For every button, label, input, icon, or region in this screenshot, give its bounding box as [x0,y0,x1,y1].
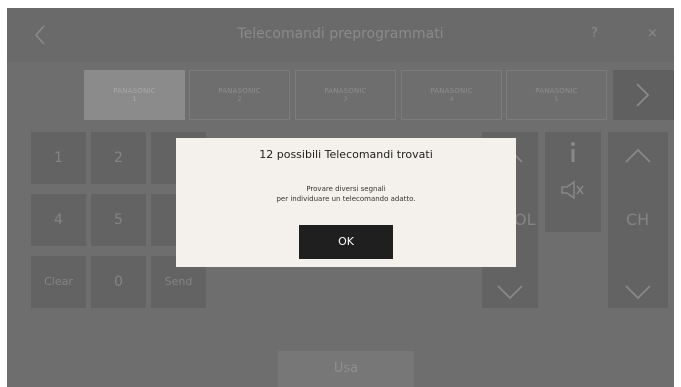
remote-tab-3[interactable]: PANASONIC 3 [295,70,396,120]
chevron-down-icon[interactable] [622,282,654,302]
remote-tab-label: PANASONIC [113,87,156,95]
chevron-up-icon[interactable] [622,146,654,166]
remote-tab-label: PANASONIC [430,87,473,95]
key-1[interactable]: 1 [31,132,86,184]
mute-speaker-icon[interactable] [559,180,587,200]
close-icon[interactable]: × [647,26,658,41]
remote-tab-number: 3 [343,96,348,103]
remote-tab-label: PANASONIC [324,87,367,95]
key-clear[interactable]: Clear [31,256,86,308]
remote-tab-1[interactable]: PANASONIC 1 [84,70,185,120]
remote-tab-label: PANASONIC [218,87,261,95]
key-2[interactable]: 2 [91,132,146,184]
channel-label: CH [626,210,650,229]
dialog-message-line-1: Provare diversi segnali [306,185,386,193]
key-0[interactable]: 0 [91,256,146,308]
channel-panel: CH [608,132,668,308]
chevron-down-icon[interactable] [494,282,526,302]
help-icon[interactable]: ? [591,26,598,41]
remote-tab-4[interactable]: PANASONIC 4 [401,70,502,120]
next-remotes-button[interactable] [613,70,674,120]
remote-tab-label: PANASONIC [535,87,578,95]
dialog-title: 12 possibili Telecomandi trovati [259,148,433,161]
dialog-message-line-2: per individuare un telecomando adatto. [276,195,416,203]
header-bar: Telecomandi preprogrammati ? × [7,8,674,62]
use-button[interactable]: Usa [278,351,414,387]
info-icon[interactable] [565,140,581,164]
remote-tab-2[interactable]: PANASONIC 2 [189,70,290,120]
volume-label: OL [514,210,536,229]
ok-button[interactable]: OK [299,225,393,259]
key-4[interactable]: 4 [31,194,86,246]
key-5[interactable]: 5 [91,194,146,246]
page-title: Telecomandi preprogrammati [237,26,444,42]
remote-tab-number: 4 [449,96,454,103]
dialog-message: Provare diversi segnali per individuare … [176,184,516,204]
info-panel [545,132,601,232]
remote-tab-number: 2 [237,96,242,103]
remotes-found-dialog: 12 possibili Telecomandi trovati Provare… [176,138,516,267]
remote-tab-number: 5 [554,96,559,103]
chevron-right-icon [636,83,650,107]
remote-tab-number: 1 [132,96,137,103]
remote-tab-5[interactable]: PANASONIC 5 [506,70,607,120]
